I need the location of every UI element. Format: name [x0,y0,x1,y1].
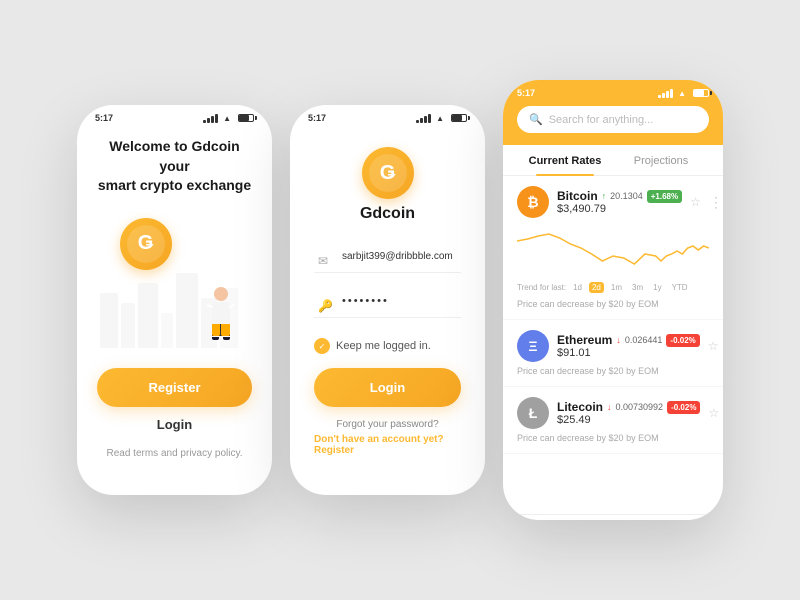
search-placeholder-text: Search for anything... [549,114,654,126]
search-bar[interactable]: 🔍 Search for anything... [517,106,709,133]
litecoin-name: Litecoin [557,400,603,414]
bitcoin-actions: ☆ ⋮ [690,194,723,211]
ethereum-desc: Price can decrease by $20 by EOM [517,366,709,376]
period-1y[interactable]: 1y [650,282,664,293]
bitcoin-trend-row: Trend for last: 1d 2d 1m 3m 1y YTD [517,282,709,297]
login-button[interactable]: Login [314,368,461,407]
coin-symbol-illustration: Ǥ [127,225,165,263]
signal-icon-3 [658,89,673,98]
bitcoin-arrow: ↑ [602,191,607,201]
bitcoin-icon: ₿ [517,186,549,218]
tab-projections[interactable]: Projections [613,145,709,175]
email-input[interactable] [314,241,461,273]
period-1d[interactable]: 1d [570,282,585,293]
login-link[interactable]: Login [157,417,192,432]
litecoin-icon: Ł [517,397,549,429]
bitcoin-more-icon[interactable]: ⋮ [709,194,723,211]
wifi-icon-2: ▲ [436,114,444,123]
ethereum-icon: Ξ [517,330,549,362]
ethereum-badge: -0.02% [666,334,699,347]
time-3: 5:17 [517,88,535,98]
illustration: Ǥ [100,208,250,348]
litecoin-change: 0.00730992 [616,402,664,412]
time-1: 5:17 [95,113,113,123]
litecoin-desc: Price can decrease by $20 by EOM [517,433,709,443]
ethereum-change: 0.026441 [625,335,663,345]
search-icon: 🔍 [529,113,543,126]
email-wrapper: ✉ [314,241,461,281]
bitcoin-chart-svg [517,226,709,271]
search-area: 🔍 Search for anything... [503,102,723,145]
status-bar-2: 5:17 ▲ [290,105,485,127]
bitcoin-desc: Price can decrease by $20 by EOM [517,299,709,309]
bitcoin-name: Bitcoin [557,189,598,203]
battery-icon-2 [451,114,467,122]
trend-label: Trend for last: [517,283,566,292]
no-account-text: Don't have an account yet? Register [314,434,461,456]
checkmark-icon: ✓ [319,342,326,351]
ethereum-price: $91.01 [557,347,591,359]
password-wrapper: 🔑 [314,285,461,326]
signal-icon-2 [416,114,431,123]
app-name: Gdcoin [360,205,415,223]
password-input[interactable] [314,285,461,318]
login-screen: 5:17 ▲ Ǥ Gdcoin ✉ [290,105,485,495]
litecoin-price: $25.49 [557,414,591,426]
period-3m[interactable]: 3m [629,282,646,293]
battery-icon-3 [693,89,709,97]
character-illustration [212,287,230,340]
ethereum-actions: ☆ ⋮ [708,338,723,355]
battery-icon [238,114,254,122]
time-2: 5:17 [308,113,326,123]
period-2d[interactable]: 2d [589,282,604,293]
signal-icon [203,114,218,123]
register-button[interactable]: Register [97,368,252,407]
terms-text: Read terms and privacy policy. [107,448,243,459]
ethereum-info: Ethereum ↓ 0.026441 -0.02% $91.01 [557,333,700,359]
status-icons-2: ▲ [416,114,467,123]
litecoin-badge: -0.02% [667,401,700,414]
status-icons-3: ▲ [658,89,709,98]
litecoin-star-icon[interactable]: ☆ [708,406,719,420]
litecoin-arrow: ↓ [607,402,612,412]
keep-logged-label: Keep me logged in. [336,340,431,352]
period-ytd[interactable]: YTD [669,282,691,293]
bitcoin-item: ₿ Bitcoin ↑ 20.1304 +1.68% $3,490.79 [503,176,723,320]
register-link-text[interactable]: Register [314,445,354,456]
dashboard-screen: 5:17 ▲ 🔍 Search for anything... [503,80,723,520]
litecoin-actions: ☆ ⋮ [708,405,723,422]
keep-logged-row: ✓ Keep me logged in. [314,338,461,354]
ethereum-star-icon[interactable]: ☆ [708,339,719,353]
logo-symbol-login: Ǥ [369,154,407,192]
status-icons-1: ▲ [203,114,254,123]
keep-logged-checkbox[interactable]: ✓ [314,338,330,354]
bitcoin-price: $3,490.79 [557,203,606,215]
crypto-list: ₿ Bitcoin ↑ 20.1304 +1.68% $3,490.79 [503,176,723,514]
bottom-nav: ⊞ Home ▦ Markets ◫ Wallet ⇅ Trades ⚙ S [503,514,723,520]
dashboard-body: ₿ Bitcoin ↑ 20.1304 +1.68% $3,490.79 [503,176,723,520]
bitcoin-info: Bitcoin ↑ 20.1304 +1.68% $3,490.79 [557,189,682,215]
ethereum-item: Ξ Ethereum ↓ 0.026441 -0.02% $91.01 [503,320,723,387]
litecoin-item: Ł Litecoin ↓ 0.00730992 -0.02% $25.49 [503,387,723,454]
bitcoin-badge: +1.68% [647,190,682,203]
bitcoin-change: 20.1304 [610,191,643,201]
forgot-password-link[interactable]: Forgot your password? [336,419,438,430]
status-bar-1: 5:17 ▲ [77,105,272,127]
litecoin-info: Litecoin ↓ 0.00730992 -0.02% $25.49 [557,400,700,426]
tab-current-rates[interactable]: Current Rates [517,145,613,175]
welcome-screen: 5:17 ▲ Welcome to Gdcoin your smart cryp… [77,105,272,495]
ethereum-name: Ethereum [557,333,612,347]
ethereum-arrow: ↓ [616,335,621,345]
status-bar-3: 5:17 ▲ [503,80,723,102]
welcome-title: Welcome to Gdcoin your smart crypto exch… [97,137,252,196]
wifi-icon-3: ▲ [678,89,686,98]
gdcoin-logo-illustration: Ǥ [120,218,172,270]
gdcoin-logo-login: Ǥ [362,147,414,199]
bitcoin-chart [517,222,709,282]
tabs-row: Current Rates Projections [503,145,723,176]
bitcoin-star-icon[interactable]: ☆ [690,195,701,209]
period-1m[interactable]: 1m [608,282,625,293]
wifi-icon: ▲ [223,114,231,123]
